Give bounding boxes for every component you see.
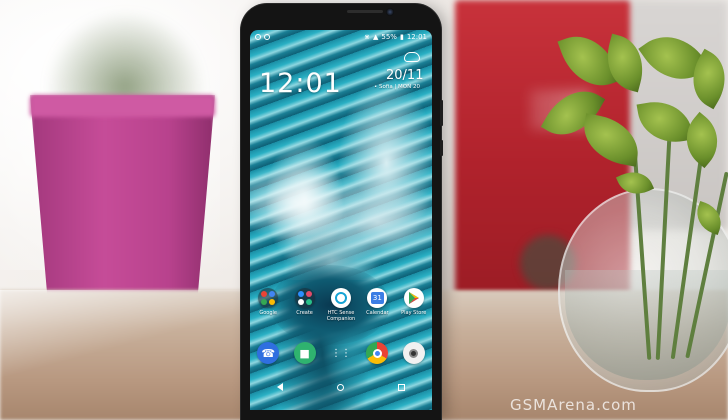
app-play-store[interactable]: Play Store: [397, 288, 431, 322]
battery-level: 55%: [381, 33, 397, 41]
app-google[interactable]: Google: [251, 288, 285, 322]
calendar-day: 31: [370, 292, 384, 304]
navigation-bar: [250, 376, 432, 398]
app-label: Play Store: [401, 310, 427, 316]
back-icon[interactable]: [277, 383, 283, 391]
home-apps-row: Google Create HTC Sense Companion 31 Cal…: [250, 288, 432, 322]
table-highlight: [0, 290, 250, 420]
date-widget: 20/11: [386, 68, 424, 83]
power-button: [440, 140, 443, 156]
volume-button: [440, 100, 443, 126]
wallpaper-foam: [250, 150, 432, 280]
signal-icon: ▲: [373, 33, 379, 41]
app-label: HTC Sense Companion: [326, 310, 356, 322]
play-store-icon: [403, 288, 424, 308]
phone-icon[interactable]: ☎: [257, 342, 280, 364]
clock-widget[interactable]: 12:01: [259, 68, 342, 99]
chrome-icon[interactable]: [366, 342, 389, 364]
location-label: • Sofia | MON 20: [374, 84, 420, 90]
camera-icon[interactable]: [402, 342, 425, 364]
app-create[interactable]: Create: [288, 288, 322, 322]
bluetooth-icon: ⋇: [364, 33, 370, 41]
earpiece-speaker: [347, 10, 383, 13]
app-label: Calendar: [366, 310, 389, 316]
front-camera: [386, 8, 394, 16]
phone-screen: ⋇ ▲ 55% ▮ 12:01 12:01 20/11 • Sofia | MO…: [250, 30, 432, 410]
app-htc-sense-companion[interactable]: HTC Sense Companion: [324, 288, 358, 322]
app-drawer-icon[interactable]: ⋮⋮: [330, 342, 352, 364]
pot-rim: [30, 95, 215, 117]
status-bar: ⋇ ▲ 55% ▮ 12:01: [250, 30, 432, 44]
watermark: GSMArena.com: [510, 396, 637, 414]
app-label: Create: [296, 310, 313, 316]
sync-icon: [264, 34, 270, 40]
htc-sense-companion-icon: [330, 288, 351, 308]
home-icon[interactable]: [337, 383, 344, 391]
app-calendar[interactable]: 31 Calendar: [360, 288, 394, 322]
battery-icon: ▮: [399, 33, 404, 41]
create-folder-icon: [294, 288, 315, 308]
pink-flower-pot: [30, 95, 215, 310]
messages-icon[interactable]: ■: [293, 342, 316, 364]
status-time: 12:01: [406, 33, 427, 41]
dock: ☎ ■ ⋮⋮: [250, 342, 432, 364]
calendar-icon: 31: [367, 288, 388, 308]
cloud-icon[interactable]: [404, 52, 420, 62]
notification-icon: [255, 34, 261, 40]
app-label: Google: [259, 310, 277, 316]
google-folder-icon: [258, 288, 279, 308]
recent-apps-icon[interactable]: [398, 383, 405, 391]
